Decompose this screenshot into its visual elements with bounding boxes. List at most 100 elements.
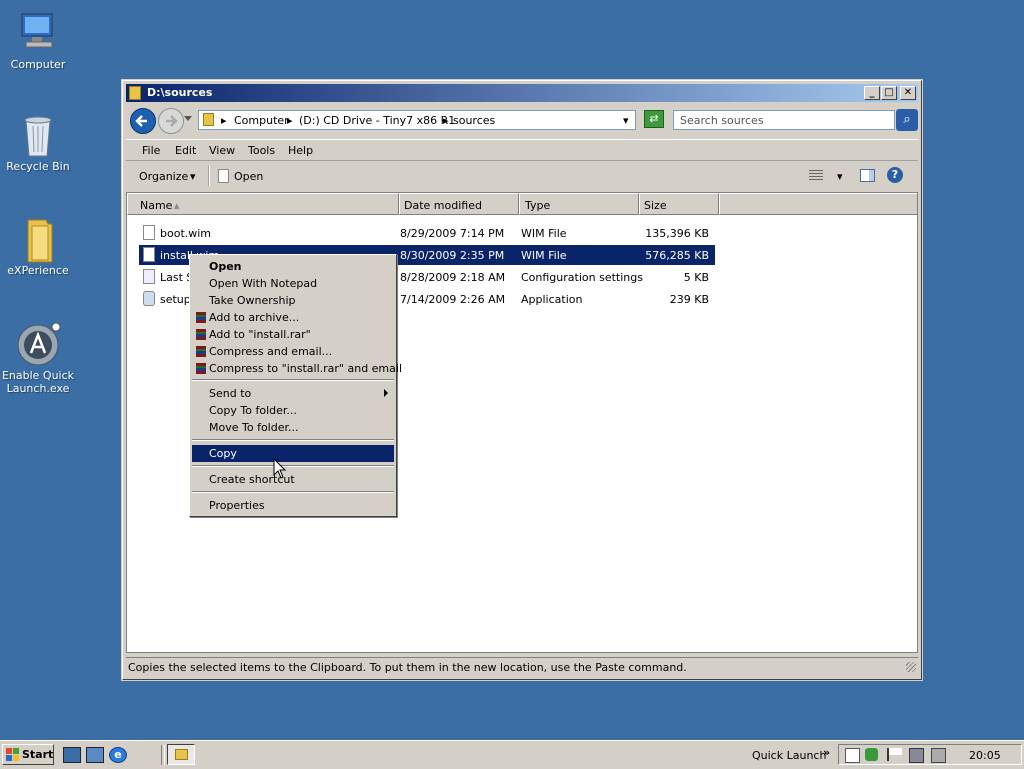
mouse-cursor-icon (273, 458, 287, 479)
menu-separator (192, 439, 394, 441)
menu-item-open[interactable]: Open (192, 258, 394, 275)
column-header-date[interactable]: Date modified (399, 193, 519, 215)
organize-dropdown-icon[interactable]: ▾ (190, 170, 196, 183)
file-icon (143, 247, 155, 262)
forward-button[interactable] (158, 108, 184, 134)
search-button[interactable]: ⌕ (896, 109, 918, 131)
menu-item-compress-to-install-rar-email[interactable]: Compress to "install.rar" and email (192, 360, 402, 377)
file-type: WIM File (521, 249, 567, 262)
column-header-size[interactable]: Size (639, 193, 719, 215)
file-size: 239 KB (669, 293, 709, 306)
desktop-icon-experience[interactable]: eXPerience (0, 216, 76, 277)
resize-grip-icon[interactable] (906, 662, 916, 672)
menu-item-copy[interactable]: Copy (192, 445, 394, 462)
menu-help[interactable]: Help (288, 144, 313, 157)
column-header-name[interactable]: Name ▴ (127, 193, 399, 215)
quick-launch-chevron-icon[interactable]: » (823, 746, 830, 759)
command-bar: Organize ▾ Open ▾ ? (126, 161, 918, 191)
clock[interactable]: 20:05 (969, 749, 1001, 762)
file-row[interactable]: boot.wim 8/29/2009 7:14 PM WIM File 135,… (139, 223, 715, 243)
menu-item-add-to-archive[interactable]: Add to archive... (192, 309, 394, 326)
search-placeholder: Search sources (680, 114, 764, 127)
refresh-button[interactable]: ⇄ (644, 110, 664, 128)
preview-pane-icon[interactable] (860, 169, 875, 182)
maximize-button[interactable]: □ (881, 86, 897, 100)
taskbar-explorer-window-button[interactable] (167, 744, 195, 765)
column-header-type[interactable]: Type (519, 193, 639, 215)
desktop-icon-label: Enable Quick (1, 369, 75, 382)
desktop-icon-enable-quick-launch[interactable]: Enable Quick Launch.exe (0, 321, 76, 395)
tray-network-icon[interactable] (909, 748, 924, 763)
context-menu: Open Open With Notepad Take Ownership Ad… (189, 254, 402, 517)
file-type: WIM File (521, 227, 567, 240)
menu-tools[interactable]: Tools (248, 144, 275, 157)
organize-button[interactable]: Organize (139, 170, 188, 183)
column-type-label: Type (525, 199, 551, 212)
desktop-icon-label: Recycle Bin (6, 160, 70, 173)
folder-icon (203, 113, 214, 126)
menu-edit[interactable]: Edit (175, 144, 196, 157)
open-button[interactable]: Open (234, 170, 263, 183)
breadcrumb-separator[interactable]: ▸ (221, 114, 227, 127)
menu-item-add-to-install-rar[interactable]: Add to "install.rar" (192, 326, 394, 343)
folder-icon (16, 216, 60, 263)
tray-flag-icon[interactable] (887, 748, 902, 761)
breadcrumb-computer[interactable]: Computer (234, 114, 289, 127)
menu-item-create-shortcut[interactable]: Create shortcut (192, 471, 394, 488)
start-button[interactable]: Start (2, 744, 54, 765)
tray-security-icon[interactable] (865, 748, 878, 761)
close-button[interactable]: ✕ (900, 86, 916, 100)
help-icon[interactable]: ? (887, 167, 903, 183)
menu-item-send-to[interactable]: Send to (192, 385, 394, 402)
start-label: Start (22, 748, 54, 761)
desktop-icon-computer[interactable]: Computer (0, 10, 76, 71)
recent-pages-dropdown[interactable] (184, 116, 192, 121)
menu-item-copy-to-folder[interactable]: Copy To folder... (192, 402, 394, 419)
menu-view[interactable]: View (209, 144, 235, 157)
winrar-icon (196, 329, 206, 340)
minimize-button[interactable]: _ (864, 86, 880, 100)
file-icon (143, 225, 155, 240)
file-date: 8/30/2009 2:35 PM (400, 249, 505, 262)
menu-item-compress-and-email[interactable]: Compress and email... (192, 343, 394, 360)
menu-item-take-ownership[interactable]: Take Ownership (192, 292, 394, 309)
column-header-filler (719, 193, 917, 215)
explorer-icon[interactable] (86, 747, 104, 763)
desktop-icon-recycle-bin[interactable]: Recycle Bin (0, 112, 76, 173)
desktop-icon-label: eXPerience (7, 264, 69, 277)
folder-icon (175, 749, 188, 760)
window-title: D:\sources (147, 86, 213, 99)
breadcrumb-separator[interactable]: ▸ (287, 114, 293, 127)
breadcrumb-sources[interactable]: sources (453, 114, 495, 127)
status-bar: Copies the selected items to the Clipboa… (126, 657, 918, 676)
menu-item-open-with-notepad[interactable]: Open With Notepad (192, 275, 394, 292)
file-size: 5 KB (683, 271, 709, 284)
tray-document-icon[interactable] (845, 748, 860, 763)
title-bar[interactable]: D:\sources _ □ ✕ (126, 84, 918, 102)
menu-file[interactable]: File (142, 144, 160, 157)
views-dropdown-icon[interactable]: ▾ (837, 170, 843, 183)
quick-launch-label[interactable]: Quick Launch (752, 749, 826, 762)
address-field[interactable]: ▸ Computer ▸ (D:) CD Drive - Tiny7 x86 R… (198, 110, 636, 130)
breadcrumb-separator[interactable]: ▸ (443, 114, 449, 127)
submenu-arrow-icon (384, 389, 388, 397)
open-file-icon (218, 169, 229, 183)
menu-separator (192, 465, 394, 467)
column-size-label: Size (644, 199, 667, 212)
menu-item-properties[interactable]: Properties (192, 497, 394, 514)
desktop-icon-label-line2: Launch.exe (6, 382, 70, 395)
views-icon[interactable] (809, 170, 823, 182)
internet-explorer-icon[interactable]: e (109, 747, 127, 763)
back-button[interactable] (130, 108, 156, 134)
divider (208, 166, 210, 186)
address-dropdown[interactable]: ▾ (623, 114, 629, 127)
search-input[interactable]: Search sources (673, 110, 895, 130)
column-name-label: Name (140, 199, 173, 212)
breadcrumb-cd-drive[interactable]: (D:) CD Drive - Tiny7 x86 R1 (299, 114, 455, 127)
desktop-icon-label: Computer (10, 58, 66, 71)
show-desktop-icon[interactable] (63, 747, 81, 763)
tray-volume-muted-icon[interactable] (931, 748, 946, 763)
menu-item-move-to-folder[interactable]: Move To folder... (192, 419, 394, 436)
folder-icon (129, 86, 141, 100)
winrar-icon (196, 312, 206, 323)
